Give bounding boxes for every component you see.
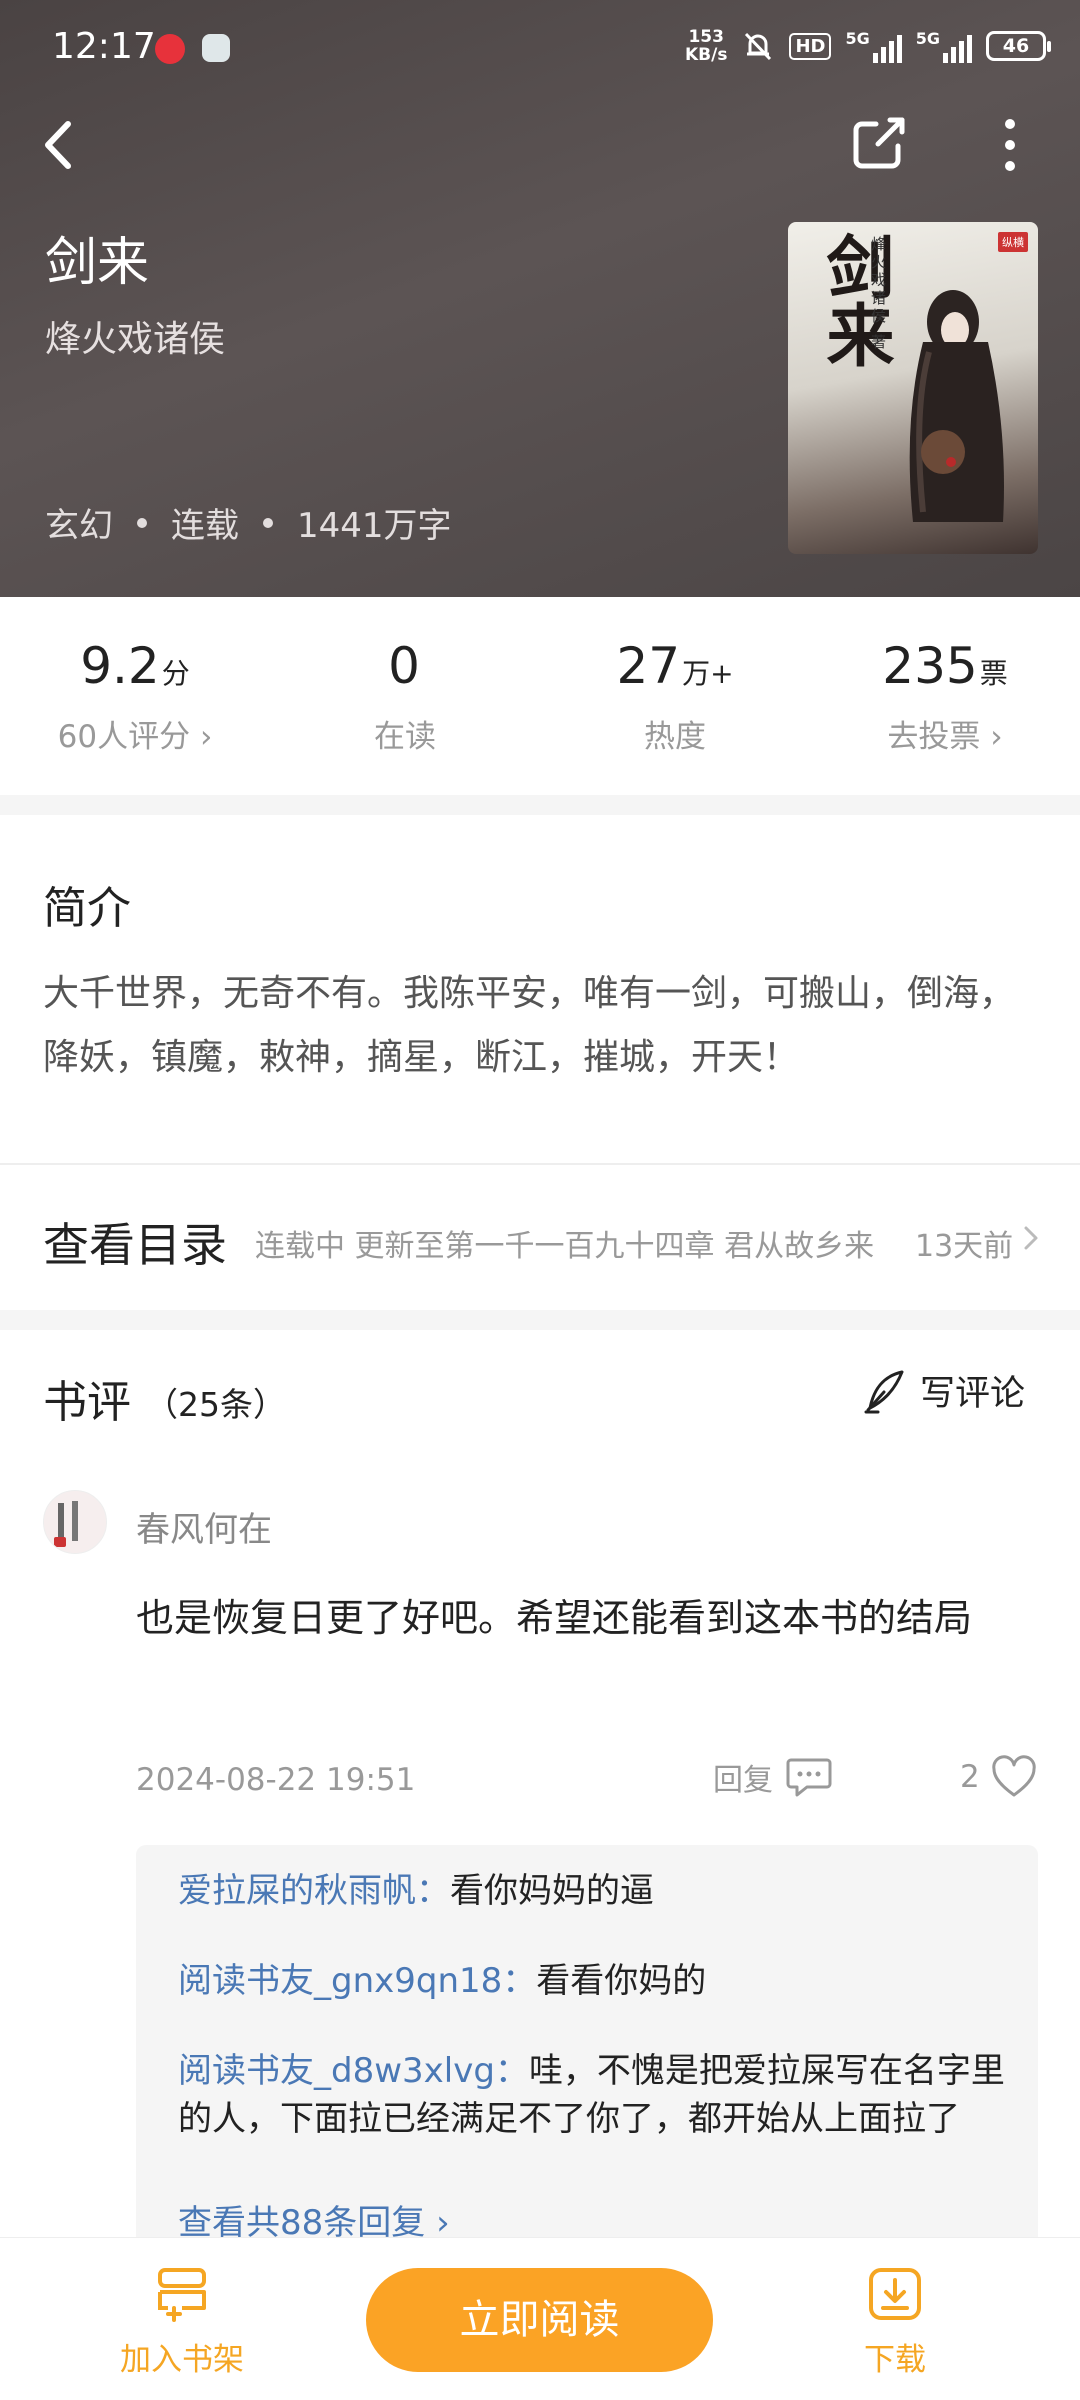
reply-username[interactable]: 阅读书友_gnx9qn18： — [178, 1961, 536, 2001]
book-title: 剑来 — [45, 233, 150, 293]
reply-text: 看看你妈的 — [536, 1961, 707, 2001]
back-arrow-icon[interactable] — [30, 110, 90, 180]
intro-heading: 简介 — [43, 883, 131, 934]
catalog-update-time: 13天前 — [915, 1229, 1014, 1264]
popularity-number: 27 — [616, 637, 681, 695]
add-to-shelf-button[interactable]: 加入书架 — [82, 2266, 282, 2379]
mute-bell-icon — [745, 32, 772, 61]
more-options-icon[interactable] — [990, 110, 1030, 180]
reading-label: 在读 — [374, 719, 436, 755]
rating-count-label: 60人评分 › — [57, 719, 213, 755]
votes-value: 235票 — [810, 637, 1080, 695]
rating-unit: 分 — [161, 657, 190, 690]
chevron-right-icon — [1024, 1226, 1038, 1250]
rating-number: 9.2 — [80, 637, 160, 695]
like-count: 2 — [960, 1759, 980, 1795]
stat-popularity: 27万+ 热度 — [540, 597, 810, 756]
popularity-value: 27万+ — [540, 637, 810, 695]
catalog-row[interactable]: 查看目录 连载中 更新至第一千一百九十四章 君从故乡来 13天前 — [0, 1165, 1080, 1310]
book-word-count: 1441万字 — [297, 506, 452, 546]
reply-text: 看你妈妈的逼 — [450, 1871, 654, 1911]
signal-1-label: 5G — [845, 29, 870, 48]
review-username[interactable]: 春风何在 — [136, 1502, 272, 1551]
signal-2-icon: 5G — [916, 29, 972, 63]
bottom-action-bar: 加入书架 立即阅读 下载 — [0, 2237, 1080, 2400]
download-button[interactable]: 下载 — [795, 2266, 995, 2379]
reply-label: 回复 — [713, 1763, 773, 1798]
reviews-count: （25条） — [145, 1385, 286, 1424]
quill-pen-icon — [864, 1370, 904, 1413]
cover-figure-illustration — [909, 290, 1004, 522]
review-text: 也是恢复日更了好吧。希望还能看到这本书的结局 — [136, 1596, 973, 1640]
like-button[interactable]: 2 — [960, 1755, 1038, 1799]
book-header: 12:17 153 KB/s HD 5G 5G 46 剑来 烽火戏诸侯 玄幻 连… — [0, 0, 1080, 597]
book-genre: 玄幻 — [45, 506, 113, 546]
battery-icon: 46 — [986, 31, 1051, 61]
book-meta: 玄幻 连载 1441万字 — [45, 498, 452, 547]
votes-number: 235 — [882, 637, 978, 695]
separator-dot — [137, 517, 147, 528]
vote-button-label: 去投票 › — [887, 719, 1003, 755]
reading-value: 0 — [270, 637, 540, 695]
reading-number: 0 — [388, 637, 420, 695]
reply-item[interactable]: 爱拉屎的秋雨帆：看你妈妈的逼 — [178, 1867, 1008, 1915]
write-review-button[interactable]: 写评论 — [862, 1365, 1025, 1416]
share-icon[interactable] — [850, 112, 910, 172]
reply-username[interactable]: 爱拉屎的秋雨帆： — [178, 1871, 450, 1911]
stat-votes[interactable]: 235票 去投票 › — [810, 597, 1080, 756]
catalog-update-text: 连载中 更新至第一千一百九十四章 君从故乡来 — [255, 1229, 875, 1264]
notification-app-icon-2 — [202, 34, 230, 62]
stat-rating[interactable]: 9.2分 60人评分 › — [0, 597, 270, 756]
book-cover-image[interactable]: 剑来 烽火戏诸侯 著 纵横 — [788, 222, 1038, 554]
net-speed-value: 153 — [688, 27, 724, 47]
signal-1-icon: 5G — [845, 29, 902, 63]
stats-row: 9.2分 60人评分 › 0 在读 27万+ 热度 235票 去投票 › — [0, 597, 1080, 795]
section-gap — [0, 1310, 1080, 1330]
download-icon — [869, 2268, 921, 2320]
signal-2-label: 5G — [915, 29, 940, 48]
net-speed: 153 KB/s — [685, 28, 727, 64]
reply-item[interactable]: 阅读书友_d8w3xlvg：哇，不愧是把爱拉屎写在名字里的人，下面拉已经满足不了… — [178, 2047, 1008, 2143]
rating-value: 9.2分 — [0, 637, 270, 695]
download-label: 下载 — [864, 2342, 926, 2378]
book-author[interactable]: 烽火戏诸侯 — [45, 310, 225, 362]
reviews-heading: 书评 — [43, 1377, 131, 1428]
review-date: 2024-08-22 19:51 — [136, 1762, 416, 1798]
status-icons: 153 KB/s HD 5G 5G 46 — [685, 28, 1051, 64]
bookshelf-add-icon — [158, 2268, 206, 2322]
catalog-heading: 查看目录 — [43, 1218, 227, 1272]
add-to-shelf-label: 加入书架 — [120, 2342, 244, 2378]
heart-icon — [992, 1755, 1036, 1797]
intro-text: 大千世界，无奇不有。我陈平安，唯有一剑，可搬山，倒海，降妖，镇魔，敕神，摘星，断… — [43, 973, 1016, 1078]
separator-dot — [263, 517, 273, 528]
net-speed-unit: KB/s — [684, 45, 728, 65]
comment-bubble-icon — [786, 1758, 832, 1797]
hd-badge: HD — [789, 32, 832, 60]
notification-app-icon — [155, 34, 185, 64]
section-gap — [0, 795, 1080, 815]
votes-unit: 票 — [979, 657, 1008, 690]
write-review-label: 写评论 — [920, 1374, 1026, 1414]
reply-button[interactable]: 回复 — [713, 1755, 833, 1799]
status-time: 12:17 — [52, 26, 156, 67]
status-bar: 12:17 153 KB/s HD 5G 5G 46 — [0, 0, 1080, 100]
popularity-label: 热度 — [644, 719, 706, 755]
avatar[interactable] — [43, 1490, 107, 1554]
reply-item[interactable]: 阅读书友_gnx9qn18：看看你妈的 — [178, 1957, 1008, 2005]
cover-publisher-tag: 纵横 — [998, 232, 1028, 252]
stat-reading: 0 在读 — [270, 597, 540, 756]
reply-username[interactable]: 阅读书友_d8w3xlvg： — [178, 2051, 529, 2091]
popularity-unit: 万+ — [682, 657, 734, 690]
read-now-button[interactable]: 立即阅读 — [366, 2268, 713, 2372]
reply-list: 爱拉屎的秋雨帆：看你妈妈的逼 阅读书友_gnx9qn18：看看你妈的 阅读书友_… — [136, 1845, 1038, 2265]
book-status: 连载 — [171, 506, 239, 546]
